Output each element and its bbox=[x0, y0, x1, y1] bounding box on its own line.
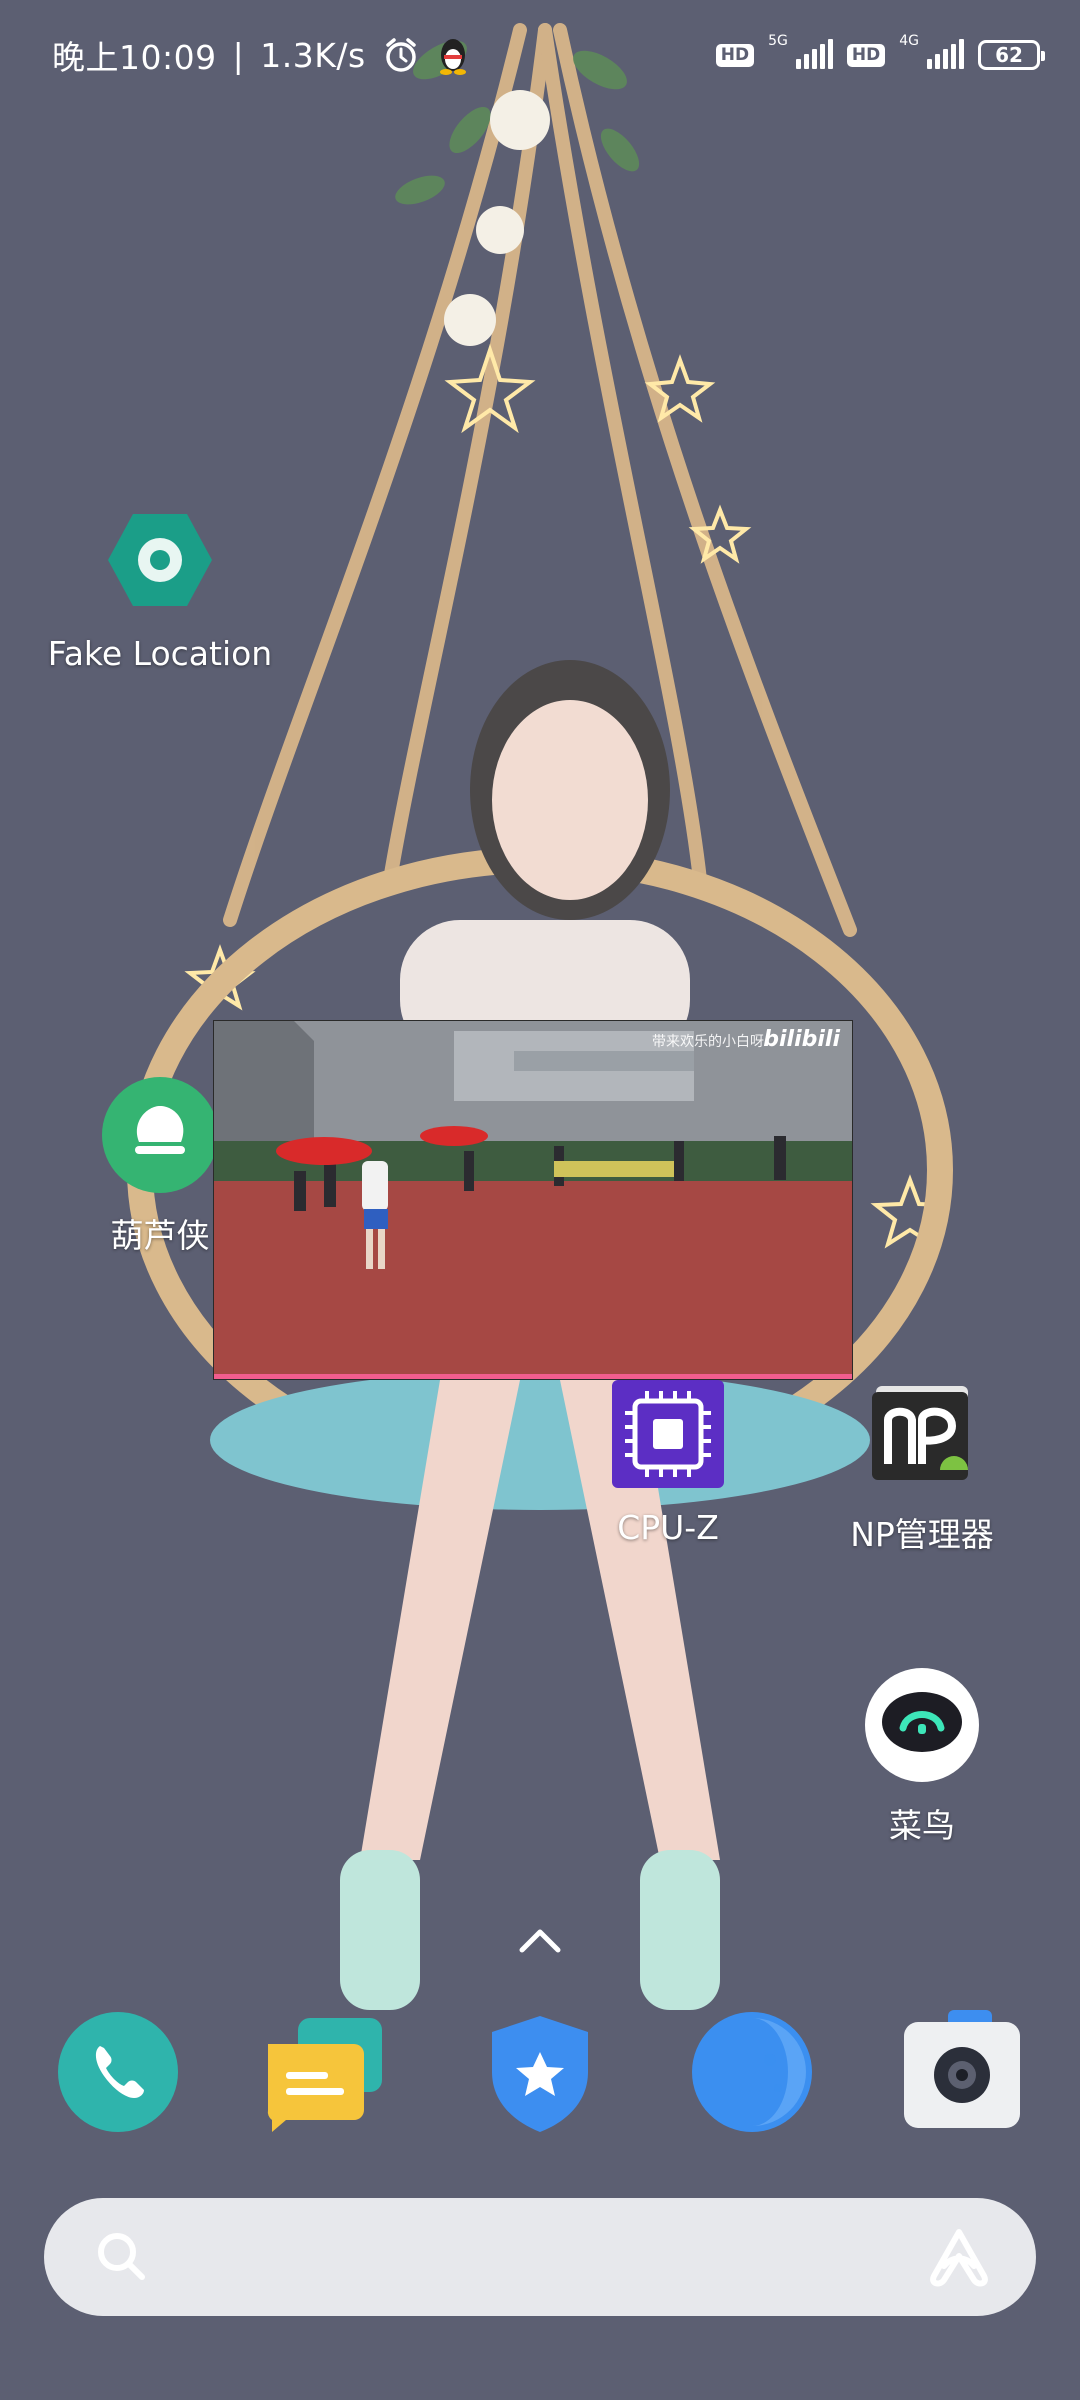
app-label-np-manager: NP管理器 bbox=[850, 1515, 994, 1554]
phone-icon[interactable] bbox=[56, 2010, 180, 2134]
app-label-fake-location: Fake Location bbox=[47, 634, 273, 673]
np-manager-icon bbox=[862, 1374, 982, 1494]
app-np-manager[interactable]: NP管理器 bbox=[792, 1374, 1052, 1556]
battery-level: 62 bbox=[995, 43, 1023, 67]
chevron-up-icon[interactable] bbox=[510, 1920, 570, 1960]
cainiao-robot-icon bbox=[862, 1665, 982, 1785]
video-progress-fill bbox=[214, 1374, 852, 1379]
browser-moon-icon[interactable] bbox=[690, 2010, 814, 2134]
network-type-1: 5G bbox=[768, 33, 788, 49]
floating-video-window[interactable]: 带来欢乐的小白呀 bilibili bbox=[213, 1020, 853, 1380]
video-frame bbox=[214, 1021, 852, 1379]
status-right: HD 5G HD 4G 62 bbox=[715, 33, 1045, 70]
signal-strength-icon-2 bbox=[927, 39, 964, 69]
messages-icon[interactable] bbox=[262, 2010, 386, 2134]
separator: | bbox=[232, 35, 245, 75]
fake-location-icon bbox=[100, 500, 220, 620]
app-label-huluxia: 葫芦侠 bbox=[110, 1216, 210, 1255]
hd-badge-1: HD bbox=[715, 43, 755, 67]
app-label-cainiao: 菜鸟 bbox=[889, 1806, 955, 1845]
bilibili-logo: bilibili bbox=[763, 1027, 840, 1052]
status-left: 晚上10:09 | 1.3K/s bbox=[52, 31, 470, 79]
signal-strength-icon bbox=[795, 39, 833, 69]
cpu-chip-icon bbox=[608, 1374, 728, 1494]
search-icon bbox=[98, 2233, 145, 2280]
search-input[interactable] bbox=[154, 2198, 894, 2316]
app-cpu-z[interactable]: CPU-Z bbox=[538, 1374, 798, 1547]
qq-penguin-icon bbox=[439, 39, 466, 75]
app-label-cpu-z: CPU-Z bbox=[617, 1508, 719, 1547]
battery-indicator: 62 bbox=[978, 40, 1045, 70]
assistant-icon[interactable] bbox=[926, 2226, 992, 2288]
hd-badge-2: HD bbox=[846, 43, 886, 67]
app-cainiao[interactable]: 菜鸟 bbox=[792, 1665, 1052, 1847]
search-bar[interactable] bbox=[44, 2198, 1036, 2316]
clock: 晚上10:09 bbox=[52, 38, 217, 77]
network-speed: 1.3K/s bbox=[260, 35, 366, 75]
video-progress-bar[interactable] bbox=[214, 1374, 852, 1379]
network-type-2: 4G bbox=[899, 33, 919, 49]
security-shield-icon[interactable] bbox=[478, 2010, 602, 2134]
status-bar: 晚上10:09 | 1.3K/s HD 5G HD 4G 62 bbox=[0, 0, 1080, 110]
alarm-icon bbox=[385, 38, 416, 72]
video-uploader-watermark: 带来欢乐的小白呀 bbox=[652, 1034, 764, 1050]
camera-icon[interactable] bbox=[900, 2010, 1024, 2134]
huluxia-icon bbox=[100, 1075, 220, 1195]
app-fake-location[interactable]: Fake Location bbox=[30, 500, 290, 673]
